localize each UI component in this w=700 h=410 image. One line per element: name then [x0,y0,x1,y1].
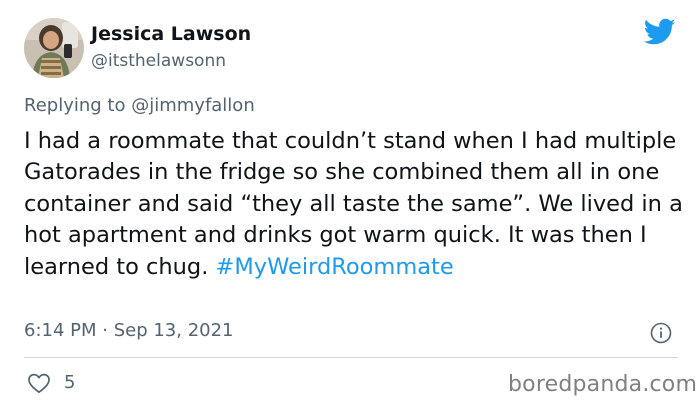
display-name[interactable]: Jessica Lawson [91,23,251,45]
twitter-bird-icon[interactable] [644,18,676,46]
avatar-image [24,18,84,78]
tweet-timestamp[interactable]: 6:14 PM · Sep 13, 2021 [24,320,234,341]
reply-context: Replying to @jimmyfallon [24,95,255,116]
watermark: boredpanda.com [508,372,698,397]
avatar[interactable] [24,18,84,78]
tweet-body: I had a roommate that couldn’t stand whe… [24,126,684,283]
info-icon[interactable] [650,322,672,344]
tweet-card: Jessica Lawson @itsthelawsonn Replying t… [0,0,700,410]
like-count: 5 [64,372,76,393]
hashtag-link[interactable]: #MyWeirdRoommate [216,254,454,280]
heart-icon[interactable] [27,372,51,394]
reply-prefix: Replying to [24,95,126,116]
user-handle[interactable]: @itsthelawsonn [91,51,226,71]
reply-mention-link[interactable]: @jimmyfallon [131,95,255,116]
divider [24,357,678,358]
